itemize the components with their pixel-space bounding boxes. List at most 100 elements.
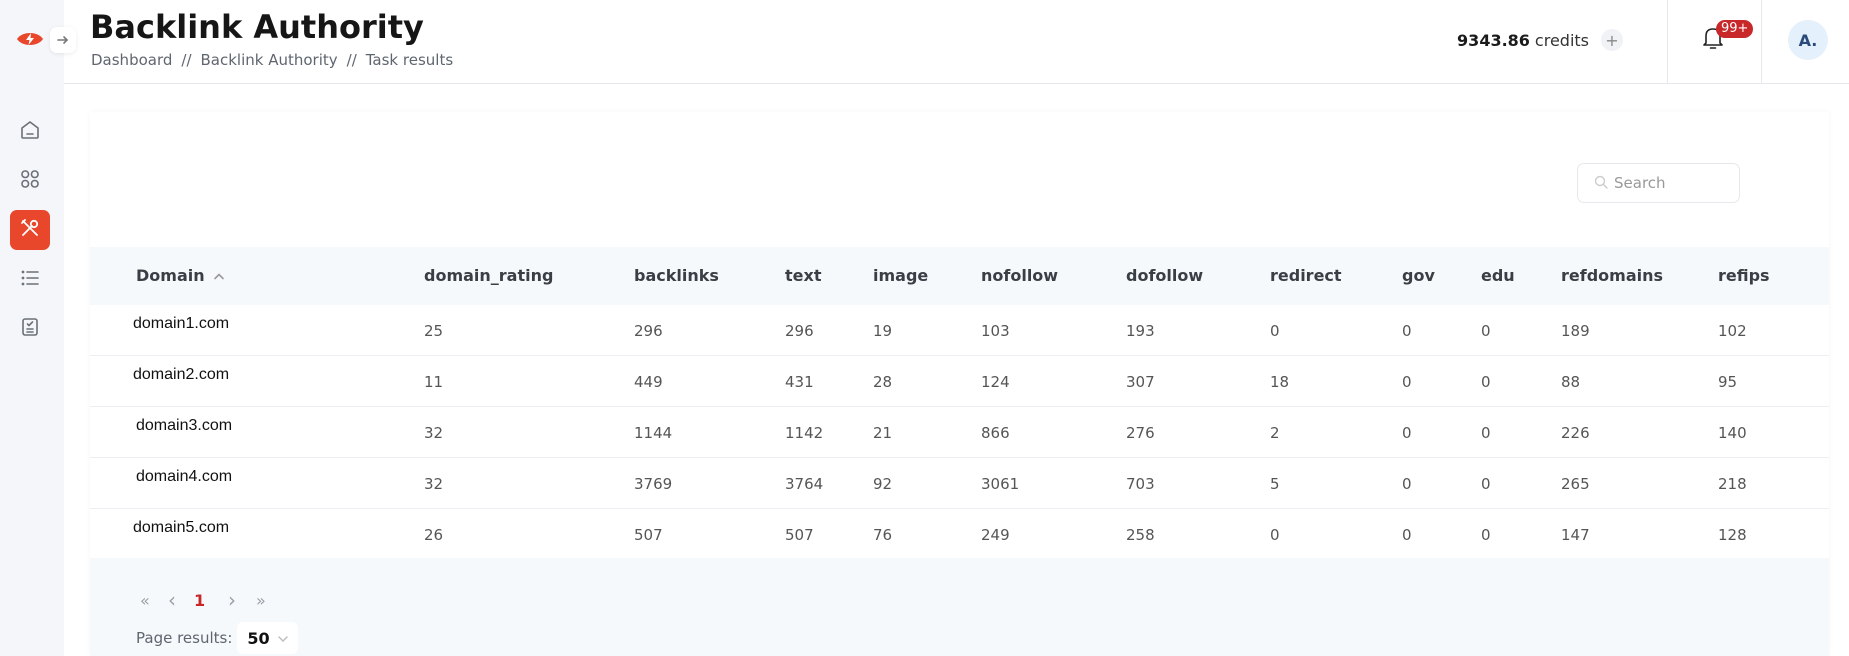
list-icon [19, 267, 41, 293]
sidebar-item-list[interactable] [10, 260, 50, 300]
cell-refdomains: 147 [1561, 526, 1590, 544]
cell-refips: 95 [1718, 373, 1738, 391]
cell-dofollow: 258 [1126, 526, 1155, 544]
cell-redirect: 18 [1270, 373, 1290, 391]
prev-page-button[interactable]: ‹ [168, 588, 194, 612]
cell-nofollow: 249 [981, 526, 1010, 544]
table-row[interactable]: domain3.com 32 1144 1142 21 866 276 2 0 0 226 140 [90, 407, 1829, 458]
first-page-button[interactable]: « [140, 591, 168, 610]
table-header: Domain domain_rating backlinks text imag… [90, 247, 1829, 305]
table-footer: « ‹ 1 › » Page results: 50 [90, 558, 1829, 656]
sidebar-item-tools[interactable] [10, 210, 50, 250]
column-header-edu[interactable]: edu [1481, 247, 1515, 305]
cell-refips: 218 [1718, 475, 1747, 493]
table-row[interactable]: domain4.com 32 3769 3764 92 3061 703 5 0 0 265 218 [90, 458, 1829, 509]
cell-redirect: 5 [1270, 475, 1280, 493]
cell-domain[interactable]: domain4.com [136, 468, 232, 486]
page-results: Page results: 50 [136, 622, 298, 654]
cell-domain-rating: 26 [424, 526, 444, 544]
cell-text: 507 [785, 526, 814, 544]
cell-dofollow: 193 [1126, 322, 1155, 340]
cell-refdomains: 265 [1561, 475, 1590, 493]
breadcrumb: Dashboard // Backlink Authority // Task resu… [91, 51, 453, 69]
page-results-label: Page results: [136, 629, 233, 647]
column-header-refdomains[interactable]: refdomains [1561, 247, 1663, 305]
cell-refips: 128 [1718, 526, 1747, 544]
column-header-gov[interactable]: gov [1402, 247, 1435, 305]
cell-nofollow: 3061 [981, 475, 1020, 493]
sidebar-toggle-button[interactable] [50, 27, 76, 53]
cell-domain[interactable]: domain2.com [133, 366, 229, 384]
search-box[interactable] [1577, 163, 1740, 203]
cell-refips: 140 [1718, 424, 1747, 442]
column-header-backlinks[interactable]: backlinks [634, 247, 719, 305]
column-header-text[interactable]: text [785, 247, 821, 305]
cell-domain[interactable]: domain3.com [136, 417, 232, 435]
cell-image: 76 [873, 526, 893, 544]
column-header-redirect[interactable]: redirect [1270, 247, 1342, 305]
table-row[interactable]: domain1.com 25 296 296 19 103 193 0 0 0 189 102 [90, 305, 1829, 356]
cell-text: 296 [785, 322, 814, 340]
cell-refips: 102 [1718, 322, 1747, 340]
cell-text: 431 [785, 373, 814, 391]
cell-image: 19 [873, 322, 893, 340]
table-row[interactable]: domain5.com 26 507 507 76 249 258 0 0 0 147 128 [90, 509, 1829, 560]
cell-domain-rating: 25 [424, 322, 444, 340]
header: Backlink Authority Dashboard // Backlink A… [64, 0, 1849, 84]
cell-gov: 0 [1402, 373, 1412, 391]
page-number-current[interactable]: 1 [194, 591, 228, 610]
cell-redirect: 0 [1270, 526, 1280, 544]
cell-domain-rating: 32 [424, 475, 444, 493]
cell-gov: 0 [1402, 475, 1412, 493]
arrow-right-icon [57, 31, 69, 50]
breadcrumb-dashboard[interactable]: Dashboard [91, 51, 172, 69]
cell-domain-rating: 32 [424, 424, 444, 442]
notifications-badge: 99+ [1716, 20, 1754, 38]
page-size-select[interactable]: 50 [237, 622, 298, 654]
column-header-domain-rating[interactable]: domain_rating [424, 247, 553, 305]
column-header-domain[interactable]: Domain [136, 247, 225, 305]
cell-gov: 0 [1402, 526, 1412, 544]
cell-backlinks: 507 [634, 526, 663, 544]
table-body: domain1.com 25 296 296 19 103 193 0 0 0 189 102 doma… [90, 305, 1829, 560]
last-page-button[interactable]: » [256, 591, 266, 610]
search-input[interactable] [1614, 174, 1734, 192]
cell-text: 3764 [785, 475, 824, 493]
results-card: Domain domain_rating backlinks text imag… [90, 112, 1829, 656]
search-icon [1594, 174, 1608, 193]
column-header-refips[interactable]: refips [1718, 247, 1770, 305]
user-avatar[interactable]: A. [1788, 20, 1828, 60]
header-divider [1761, 0, 1762, 84]
cell-domain[interactable]: domain1.com [133, 315, 229, 333]
breadcrumb-separator: // [346, 51, 357, 69]
cell-domain-rating: 11 [424, 373, 444, 391]
cell-domain[interactable]: domain5.com [133, 519, 229, 537]
cell-nofollow: 103 [981, 322, 1010, 340]
cell-edu: 0 [1481, 475, 1491, 493]
cell-dofollow: 703 [1126, 475, 1155, 493]
cell-edu: 0 [1481, 526, 1491, 544]
cell-edu: 0 [1481, 373, 1491, 391]
grid-icon [19, 168, 41, 194]
column-header-nofollow[interactable]: nofollow [981, 247, 1058, 305]
cell-gov: 0 [1402, 322, 1412, 340]
table-row[interactable]: domain2.com 11 449 431 28 124 307 18 0 0 88 95 [90, 356, 1829, 407]
cell-backlinks: 1144 [634, 424, 673, 442]
breadcrumb-backlink-authority[interactable]: Backlink Authority [201, 51, 338, 69]
next-page-button[interactable]: › [228, 588, 256, 612]
sidebar-item-apps[interactable] [10, 161, 50, 201]
sidebar-item-tasks[interactable] [10, 309, 50, 349]
sort-ascending-icon [213, 272, 225, 280]
cell-backlinks: 296 [634, 322, 663, 340]
page-title: Backlink Authority [90, 8, 424, 46]
column-header-dofollow[interactable]: dofollow [1126, 247, 1203, 305]
sidebar-item-home[interactable] [10, 112, 50, 152]
column-header-image[interactable]: image [873, 247, 928, 305]
add-credits-button[interactable]: + [1601, 29, 1623, 51]
page-size-value: 50 [247, 628, 270, 648]
column-header-label: Domain [136, 266, 205, 285]
credits-value: 9343.86 [1457, 30, 1530, 50]
home-icon [19, 119, 41, 145]
cell-backlinks: 449 [634, 373, 663, 391]
cell-edu: 0 [1481, 322, 1491, 340]
